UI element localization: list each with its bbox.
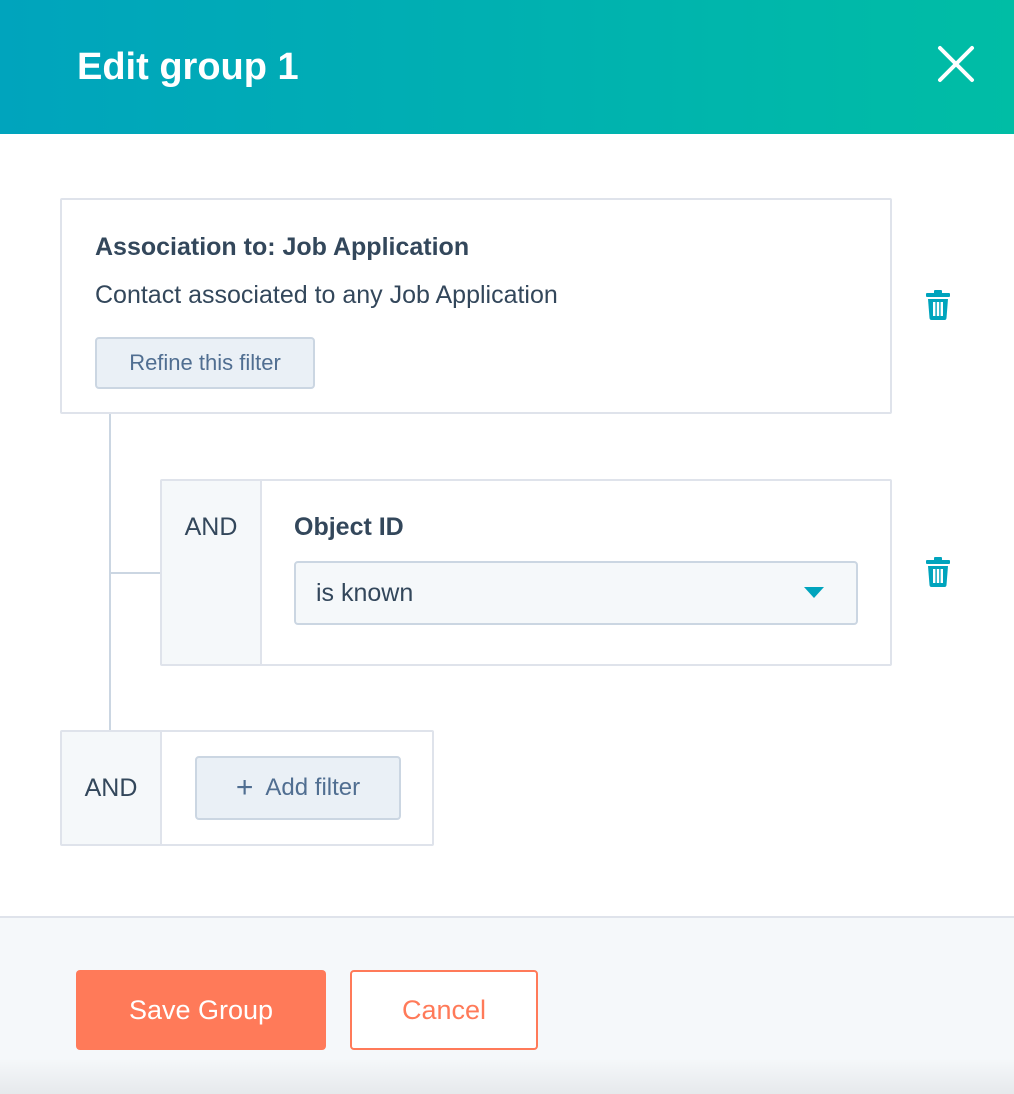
add-filter-card: AND + Add filter <box>60 730 434 846</box>
trash-icon <box>926 557 950 587</box>
trash-icon <box>926 290 950 320</box>
filter-card-association: Association to: Job Application Contact … <box>60 198 892 414</box>
modal-header: Edit group 1 <box>0 0 1014 134</box>
add-filter-button[interactable]: + Add filter <box>195 756 401 820</box>
condition-value: is known <box>316 579 414 607</box>
close-button[interactable] <box>934 42 978 86</box>
plus-icon: + <box>235 771 254 804</box>
and-operator-column: AND <box>62 732 162 844</box>
modal-footer: Save Group Cancel <box>0 916 1014 1094</box>
add-filter-label: Add filter <box>265 774 361 801</box>
and-operator-label: AND <box>84 773 138 802</box>
filter-description: Contact associated to any Job Applicatio… <box>95 281 558 309</box>
and-operator-column: AND <box>162 481 262 664</box>
cancel-button[interactable]: Cancel <box>350 970 538 1050</box>
condition-dropdown[interactable]: is known <box>294 561 858 625</box>
delete-sub-filter-button[interactable] <box>925 557 951 587</box>
refine-filter-button[interactable]: Refine this filter <box>95 337 315 389</box>
close-icon <box>938 46 974 82</box>
save-group-button[interactable]: Save Group <box>76 970 326 1050</box>
delete-filter-button[interactable] <box>925 290 951 320</box>
sub-filter-card-object-id: AND Object ID is known <box>160 479 892 666</box>
and-operator-label: AND <box>184 513 238 541</box>
modal-title: Edit group 1 <box>77 46 299 88</box>
chevron-down-icon <box>804 587 824 598</box>
connector-branch <box>109 572 161 574</box>
filter-title: Association to: Job Application <box>95 233 470 261</box>
property-title: Object ID <box>294 513 404 541</box>
